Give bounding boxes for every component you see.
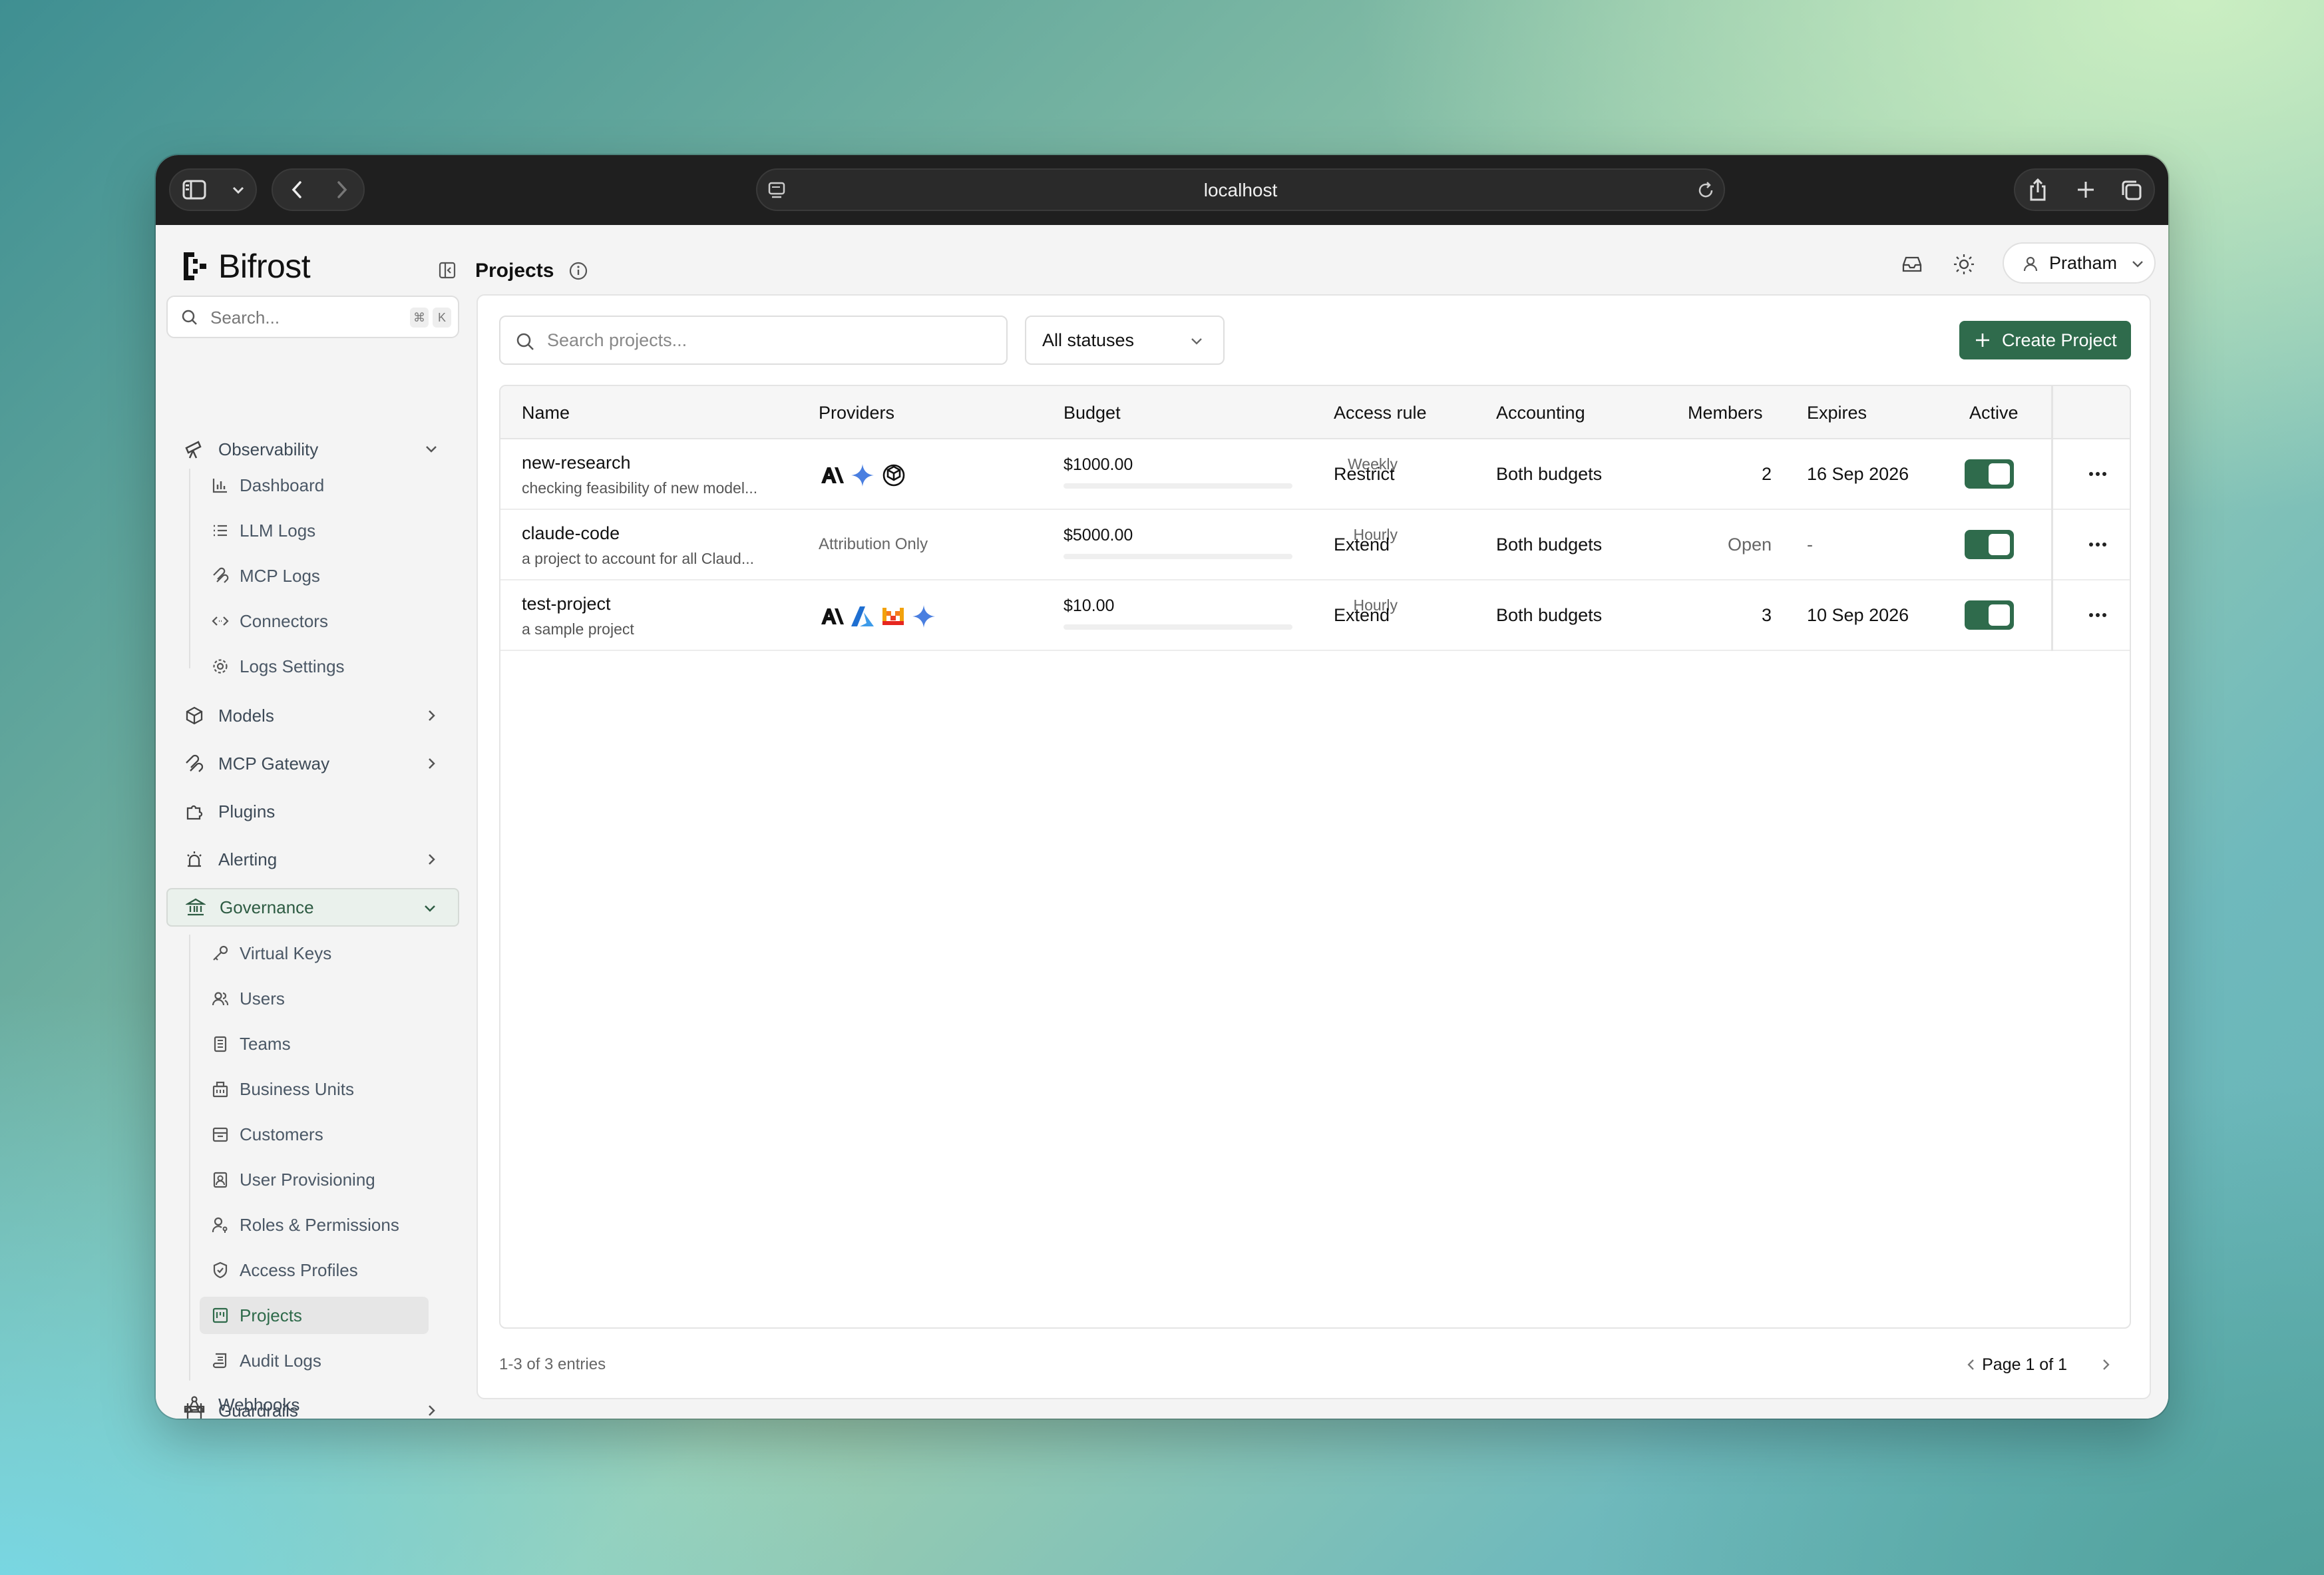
inbox-icon[interactable] (1901, 253, 1923, 276)
col-accounting[interactable]: Accounting (1496, 386, 1585, 439)
active-toggle[interactable] (1965, 530, 2014, 559)
col-name[interactable]: Name (522, 386, 570, 439)
members: Open (1727, 535, 1772, 555)
table-row[interactable]: test-project a sample project $10.00 Hou… (500, 580, 2130, 651)
project-name: new-research (522, 453, 631, 473)
chevron-down-icon (2132, 261, 2143, 268)
user-icon (2023, 256, 2038, 272)
sun-icon[interactable] (1953, 253, 1975, 276)
access-rule: Restrict (1334, 464, 1395, 484)
create-project-label: Create Project (2002, 330, 2117, 350)
page-title: Projects (475, 260, 554, 282)
chevron-down-icon (232, 186, 244, 194)
accounting: Both budgets (1496, 464, 1603, 484)
expires: - (1807, 535, 1813, 555)
col-providers[interactable]: Providers (819, 386, 894, 439)
browser-toolbar: localhost (156, 155, 2168, 225)
column-divider (2051, 386, 2053, 438)
budget-amount: $1000.00 (1064, 455, 1133, 474)
accounting: Both budgets (1496, 605, 1603, 625)
budget-amount: $10.00 (1064, 596, 1115, 615)
anthropic-icon (821, 608, 844, 624)
project-search-placeholder: Search projects... (547, 330, 687, 350)
status-filter-value: All statuses (1042, 330, 1135, 350)
page-indicator: Page 1 of 1 (1982, 1355, 2067, 1374)
chevron-down-icon (1191, 338, 1202, 345)
members: 3 (1761, 605, 1772, 625)
entries-count: 1-3 of 3 entries (499, 1355, 606, 1373)
row-actions-icon[interactable] (2084, 466, 2111, 482)
next-page-icon[interactable] (2098, 1357, 2114, 1373)
expires: 16 Sep 2026 (1807, 464, 1909, 484)
members: 2 (1761, 464, 1772, 484)
new-tab-icon[interactable] (2075, 179, 2096, 200)
history-nav (272, 168, 365, 211)
gemini-icon (912, 605, 935, 628)
expires: 10 Sep 2026 (1807, 605, 1909, 625)
providers-attribution: Attribution Only (819, 535, 928, 553)
row-actions-icon[interactable] (2084, 537, 2111, 553)
webhook-icon (182, 1393, 206, 1417)
active-toggle[interactable] (1965, 459, 2014, 489)
back-icon[interactable] (288, 179, 307, 200)
table-header: Name Providers Budget Access rule Accoun… (500, 386, 2130, 439)
plus-icon (1976, 334, 1989, 347)
sidebar-item-webhooks[interactable]: Webhooks (166, 1385, 459, 1419)
projects-table: Name Providers Budget Access rule Accoun… (499, 385, 2131, 1329)
budget-usage-bar (1064, 624, 1292, 630)
access-rule: Extend (1334, 605, 1390, 625)
budget-usage-bar (1064, 554, 1292, 559)
project-name: test-project (522, 594, 611, 614)
browser-window: localhost Bifrost Search... ⌘ K Observab… (156, 155, 2168, 1419)
forward-icon[interactable] (331, 179, 351, 200)
project-name: claude-code (522, 523, 620, 543)
collapse-sidebar-icon[interactable] (438, 261, 457, 280)
tabs-overview-icon[interactable] (2120, 179, 2143, 202)
address-bar[interactable]: localhost (756, 168, 1725, 211)
create-project-button[interactable]: Create Project (1959, 321, 2131, 359)
user-menu-button[interactable]: Pratham (2003, 242, 2156, 284)
azure-icon (851, 606, 874, 626)
budget-amount: $5000.00 (1064, 526, 1133, 545)
accounting: Both budgets (1496, 535, 1603, 555)
col-expires[interactable]: Expires (1807, 386, 1867, 439)
user-name: Pratham (2049, 253, 2118, 273)
col-access-rule[interactable]: Access rule (1334, 386, 1427, 439)
column-divider (2051, 439, 2053, 651)
anthropic-icon (821, 467, 844, 483)
col-budget[interactable]: Budget (1064, 386, 1121, 439)
prev-page-icon[interactable] (1963, 1357, 1979, 1373)
url-text: localhost (1203, 180, 1278, 200)
table-row[interactable]: claude-code a project to account for all… (500, 510, 2130, 580)
sidebar-icon (182, 180, 206, 200)
active-toggle[interactable] (1965, 600, 2014, 630)
browser-actions (2014, 168, 2155, 211)
provider-icons (819, 462, 908, 489)
mistral-icon (882, 608, 904, 625)
reload-icon[interactable] (1696, 180, 1716, 200)
project-search-input[interactable]: Search projects... (499, 316, 1008, 365)
access-rule: Extend (1334, 535, 1390, 555)
project-description: a sample project (522, 620, 634, 638)
project-description: a project to account for all Claud... (522, 550, 755, 567)
sidebar-label-webhooks: Webhooks (218, 1394, 300, 1415)
openai-icon (882, 464, 905, 487)
project-description: checking feasibility of new model... (522, 479, 758, 497)
sidebar-toggle-button[interactable] (169, 168, 257, 211)
status-filter-select[interactable]: All statuses (1025, 316, 1225, 365)
gemini-icon (851, 464, 874, 487)
share-icon[interactable] (2027, 178, 2048, 202)
col-active[interactable]: Active (1969, 386, 2019, 439)
row-actions-icon[interactable] (2084, 607, 2111, 623)
budget-usage-bar (1064, 483, 1292, 489)
col-members[interactable]: Members (1688, 386, 1763, 439)
search-icon (516, 333, 534, 350)
info-icon[interactable] (568, 261, 588, 281)
projects-panel: Search projects... All statuses Create P… (477, 294, 2151, 1399)
table-row[interactable]: new-research checking feasibility of new… (500, 439, 2130, 510)
content-layer: Projects Pratham Search projects... All … (156, 225, 2168, 1419)
provider-icons (819, 603, 937, 630)
